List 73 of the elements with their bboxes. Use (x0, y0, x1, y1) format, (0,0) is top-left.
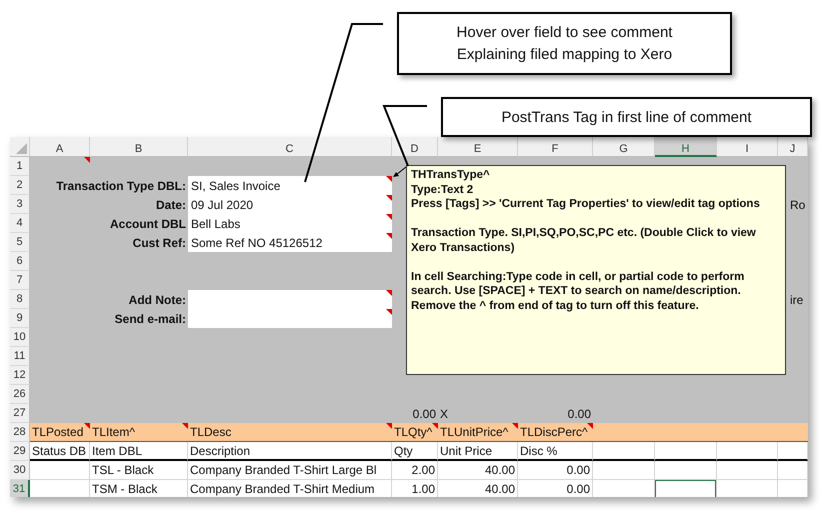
row-number[interactable]: 7 (10, 271, 30, 290)
field-label: Send e-mail: (114, 312, 186, 326)
input-field[interactable]: SI, Sales Invoice (188, 176, 392, 195)
input-field[interactable] (188, 290, 392, 309)
tag-name: TLPosted (32, 425, 84, 439)
row-number[interactable]: 26 (10, 385, 30, 404)
column-caption: Qty (394, 444, 413, 458)
tag-name: TLItem^ (92, 425, 135, 439)
tag-name: TLUnitPrice^ (440, 425, 508, 439)
field-label: Add Note: (128, 292, 186, 306)
row-number[interactable]: 3 (10, 195, 30, 214)
column-header[interactable]: D (392, 137, 438, 157)
cell-value: 0.00 (566, 482, 590, 496)
row-number[interactable]: 2 (10, 176, 30, 195)
cell-value: X (440, 406, 448, 420)
row-number[interactable]: 30 (10, 461, 30, 480)
cell-value: 0.00 (566, 463, 590, 477)
row-number[interactable]: 29 (10, 442, 30, 461)
tag-name: TLQty^ (394, 425, 432, 439)
tag-name: TLDiscPerc^ (520, 425, 588, 439)
row-number[interactable]: 31 (10, 480, 30, 497)
row-number[interactable]: 11 (10, 347, 30, 366)
input-field[interactable]: 09 Jul 2020 (188, 195, 392, 214)
column-caption: Description (190, 444, 250, 458)
cell-value: Company Branded T-Shirt Medium (190, 482, 375, 496)
column-caption: Status DB (32, 444, 86, 458)
callout-text: Hover over field to see comment Explaining filed mapping to Xero (397, 12, 732, 75)
comment-text: In cell Searching:Type code in cell, or partial code to perform search. Use [SPACE] + TEXT to search on name/description. Remove the ^ from end of tag to turn off this feature. (411, 270, 746, 313)
row-number[interactable]: 9 (10, 309, 30, 328)
column-header[interactable]: C (188, 137, 392, 157)
column-caption: Disc % (520, 444, 558, 458)
row-number[interactable]: 28 (10, 423, 30, 442)
cell-value: 1.00 (412, 482, 435, 496)
row-number[interactable]: 6 (10, 252, 30, 271)
row-number[interactable]: 1 (10, 157, 30, 176)
comment-pointer (393, 166, 406, 177)
cell-value: TSM - Black (92, 482, 158, 496)
comment-text: THTransType^ Type:Text 2 Press [Tags] >> 'Current Tag Properties' to view/edit tag options (411, 168, 761, 212)
column-header[interactable]: I (717, 137, 778, 157)
callout-text: PostTrans Tag in first line of comment (441, 97, 812, 137)
tag-name: TLDesc (190, 425, 232, 439)
field-label: Account DBL (110, 216, 186, 230)
cell-value: TSL - Black (92, 463, 154, 477)
column-header[interactable]: A (30, 137, 90, 157)
cell-value: Ro (790, 198, 806, 212)
field-label: Date: (156, 198, 186, 212)
row-number[interactable]: 5 (10, 233, 30, 252)
cell-value: 40.00 (484, 482, 515, 496)
cell-value: 2.00 (412, 463, 435, 477)
field-label: Transaction Type DBL: (56, 178, 186, 192)
cell-value: 40.00 (484, 463, 515, 477)
cell-value: 0.00 (568, 406, 591, 420)
column-header[interactable]: J (778, 137, 808, 157)
row-number[interactable]: 8 (10, 290, 30, 309)
row-number[interactable]: 12 (10, 366, 30, 385)
input-field[interactable]: Some Ref NO 45126512 (188, 233, 392, 252)
row-number[interactable]: 10 (10, 328, 30, 347)
row-number[interactable]: 27 (10, 404, 30, 423)
cell-value: Company Branded T-Shirt Large Bl (190, 463, 377, 477)
input-field[interactable]: Bell Labs (188, 214, 392, 233)
column-header[interactable]: F (518, 137, 593, 157)
input-field[interactable] (188, 309, 392, 328)
column-header[interactable]: E (438, 137, 518, 157)
comment-text: Transaction Type. SI,PI,SQ,PO,SC,PC etc. (Double Click to view Xero Transactions) (411, 226, 757, 255)
column-header[interactable]: H (655, 137, 717, 157)
column-header[interactable]: G (593, 137, 655, 157)
cell-value: ire (790, 292, 804, 306)
field-label: Cust Ref: (132, 236, 186, 250)
column-caption: Item DBL (92, 444, 142, 458)
column-header[interactable]: B (90, 137, 188, 157)
cell-value: 0.00 (412, 406, 436, 420)
row-number[interactable]: 4 (10, 214, 30, 233)
column-caption: Unit Price (440, 444, 492, 458)
